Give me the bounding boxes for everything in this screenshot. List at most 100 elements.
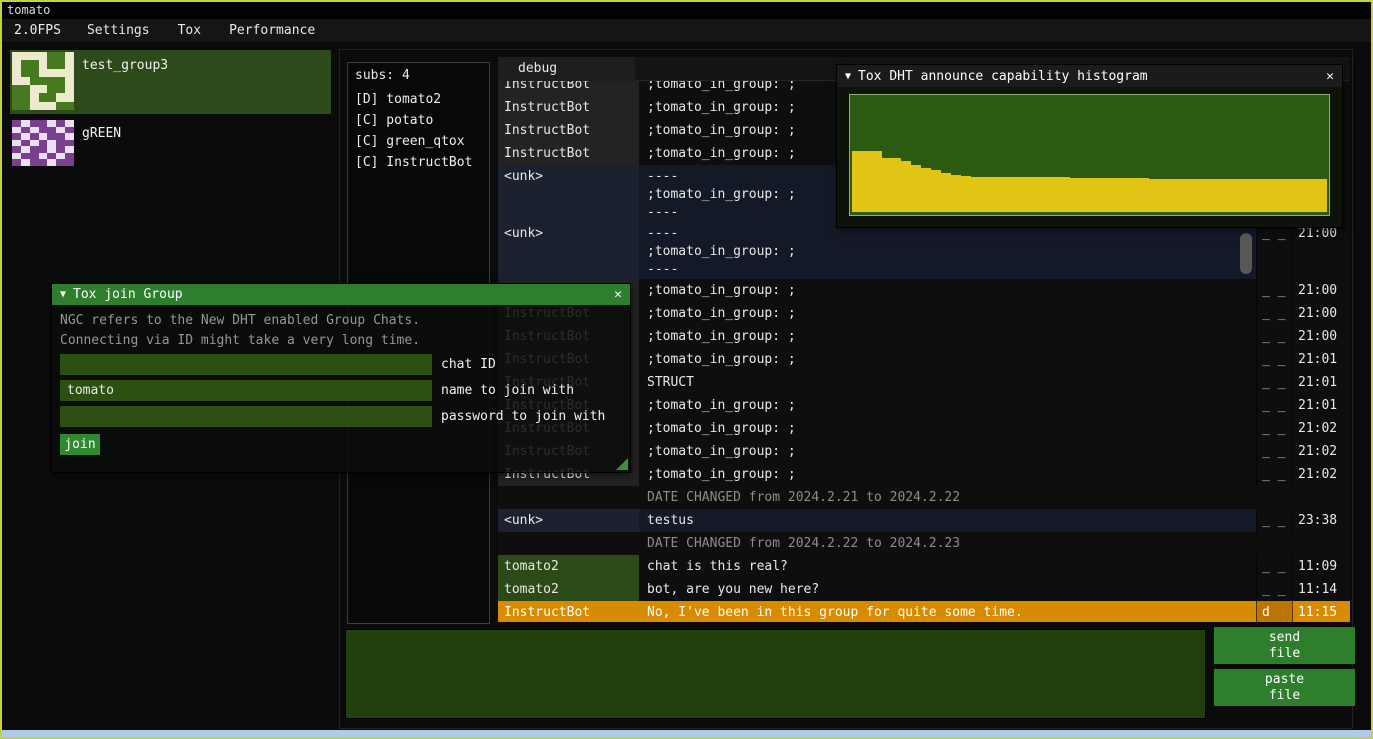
avatar-pixel — [65, 52, 74, 60]
message-line: ;tomato_in_group: ; — [647, 443, 1256, 461]
message-line: STRUCT — [647, 374, 1256, 392]
menu-item-settings[interactable]: Settings — [73, 19, 164, 43]
avatar-pixel — [47, 77, 56, 85]
chat-scrollbar-thumb[interactable] — [1240, 233, 1252, 274]
avatar-pixel — [21, 85, 30, 93]
chat-row-author — [498, 532, 639, 555]
chat-row-flags: _ _ — [1256, 509, 1292, 532]
chat-row-message: ;tomato_in_group: ; — [639, 440, 1256, 463]
avatar-pixel — [65, 102, 74, 110]
avatar-pixel — [21, 69, 30, 77]
close-icon[interactable]: ✕ — [1326, 69, 1334, 84]
message-line: ;tomato_in_group: ; — [647, 420, 1256, 438]
histogram-bar — [1139, 178, 1149, 212]
histogram-bar — [901, 161, 911, 212]
sidebar-item-green[interactable]: gREEN — [10, 118, 331, 172]
avatar-pixel — [30, 102, 39, 110]
histogram-bar — [872, 151, 882, 212]
chat-row-message: ----;tomato_in_group: ;---- — [639, 222, 1256, 279]
join-description-line1: NGC refers to the New DHT enabled Group … — [60, 313, 420, 328]
avatar-pixel — [47, 159, 56, 166]
chat-id-input[interactable] — [60, 354, 432, 375]
window-title: tomato — [2, 2, 1371, 19]
avatar-pixel — [21, 60, 30, 68]
histogram-bar — [882, 158, 892, 212]
message-line: bot, are you new here? — [647, 581, 1256, 599]
join-password-input[interactable] — [60, 406, 432, 427]
histogram-bar — [1248, 179, 1258, 212]
avatar-pixel — [12, 93, 21, 101]
avatar-pixel — [30, 93, 39, 101]
close-icon[interactable]: ✕ — [614, 287, 622, 302]
window-bottom-edge — [2, 730, 1371, 737]
histogram-bar — [971, 177, 981, 212]
chat-row-message: ;tomato_in_group: ; — [639, 417, 1256, 440]
dht-histogram-titlebar[interactable]: ▼ Tox DHT announce capability histogram … — [837, 65, 1342, 87]
histogram-bar — [1030, 177, 1040, 212]
chat-row-message: DATE CHANGED from 2024.2.21 to 2024.2.22 — [639, 486, 1256, 509]
histogram-bar — [1208, 179, 1218, 212]
histogram-bar — [1099, 178, 1109, 212]
chat-row-author: <unk> — [498, 509, 639, 532]
chat-row-author: <unk> — [498, 165, 639, 222]
chat-row-message: ;tomato_in_group: ; — [639, 279, 1256, 302]
subs-member[interactable]: [C] green_qtox — [348, 131, 489, 152]
collapse-arrow-icon[interactable]: ▼ — [845, 71, 851, 82]
message-line: chat is this real? — [647, 558, 1256, 576]
histogram-bar — [1307, 179, 1317, 212]
subs-member[interactable]: [D] tomato2 — [348, 89, 489, 110]
avatar-pixel — [65, 159, 74, 166]
menu-item-tox[interactable]: Tox — [164, 19, 215, 43]
avatar-pixel — [39, 77, 48, 85]
avatar-pixel — [12, 102, 21, 110]
histogram-bar — [921, 168, 931, 212]
histogram-bar — [1198, 179, 1208, 212]
message-line: ;tomato_in_group: ; — [647, 305, 1256, 323]
avatar-pixel — [30, 77, 39, 85]
date-separator-row: DATE CHANGED from 2024.2.21 to 2024.2.22 — [498, 486, 1350, 509]
avatar-pixel — [39, 85, 48, 93]
join-name-input[interactable] — [60, 380, 432, 401]
collapse-arrow-icon[interactable]: ▼ — [60, 289, 66, 300]
histogram-bar — [1277, 179, 1287, 212]
join-button[interactable]: join — [60, 434, 100, 455]
sidebar-item-test-group3[interactable]: test_group3 — [10, 50, 331, 114]
chat-row-author: InstructBot — [498, 142, 639, 165]
histogram-bar — [911, 165, 921, 212]
avatar-pixel — [56, 127, 65, 134]
chat-row-flags: _ _ — [1256, 325, 1292, 348]
avatar-pixel — [47, 93, 56, 101]
chat-row-message: ;tomato_in_group: ; — [639, 394, 1256, 417]
chat-row-flags: _ _ — [1256, 222, 1292, 279]
avatar-pixel — [56, 52, 65, 60]
send-file-button[interactable]: send file — [1214, 627, 1355, 664]
avatar-pixel — [56, 77, 65, 85]
chat-row-flags: _ _ — [1256, 394, 1292, 417]
resize-grip[interactable] — [616, 458, 628, 470]
histogram-bar — [981, 177, 991, 212]
chat-row-author — [498, 486, 639, 509]
chat-row-message: No, I've been in this group for quite so… — [639, 601, 1256, 622]
avatar-pixel — [21, 153, 30, 160]
chat-row-author: <unk> — [498, 222, 639, 279]
avatar-pixel — [21, 93, 30, 101]
chat-message-row: InstructBotNo, I've been in this group f… — [498, 601, 1350, 622]
subs-member[interactable]: [C] InstructBot — [348, 152, 489, 173]
join-description-line2: Connecting via ID might take a very long… — [60, 333, 420, 348]
avatar-pixel — [30, 140, 39, 147]
subs-count-header: subs: 4 — [348, 63, 489, 89]
message-line: ;tomato_in_group: ; — [647, 282, 1256, 300]
chat-row-time: 21:02 — [1292, 463, 1350, 486]
avatar-pixel — [21, 77, 30, 85]
message-input[interactable] — [345, 629, 1206, 719]
join-group-titlebar[interactable]: ▼ Tox join Group ✕ — [52, 284, 630, 305]
chat-row-flags: _ _ — [1256, 578, 1292, 601]
subs-member[interactable]: [C] potato — [348, 110, 489, 131]
paste-file-label-line2: file — [1269, 688, 1300, 704]
avatar-pixel — [12, 127, 21, 134]
menu-item-performance[interactable]: Performance — [215, 19, 329, 43]
tab-debug[interactable]: debug — [498, 57, 635, 81]
chat-row-time: 21:01 — [1292, 394, 1350, 417]
histogram-bar — [961, 176, 971, 212]
paste-file-button[interactable]: paste file — [1214, 669, 1355, 706]
